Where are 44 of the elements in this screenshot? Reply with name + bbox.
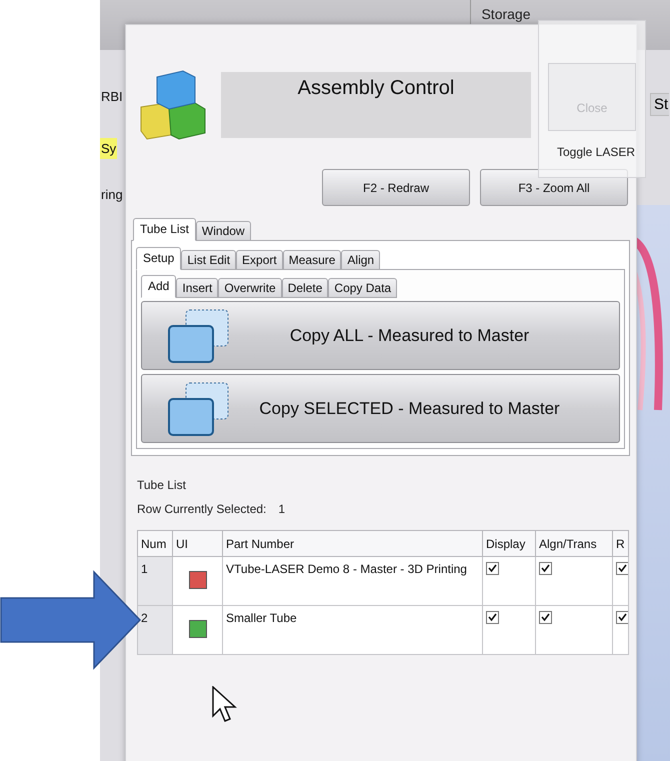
tab[interactable]: Overwrite (218, 278, 282, 298)
checkbox[interactable] (486, 562, 499, 575)
column-header[interactable]: Display (482, 530, 536, 556)
toggle-laser-label[interactable]: Toggle LASER (548, 145, 636, 159)
column-header[interactable]: R (612, 530, 628, 556)
column-header[interactable]: UI (172, 530, 222, 556)
cursor-icon (212, 686, 237, 722)
checkbox[interactable] (616, 611, 628, 624)
table-cell: 2 (138, 606, 172, 654)
tab[interactable]: Window (196, 221, 251, 241)
checkbox[interactable] (616, 562, 628, 575)
copy-button[interactable]: Copy SELECTED - Measured to Master (141, 374, 620, 443)
side-label: ring (100, 186, 124, 204)
tab[interactable]: Add (141, 275, 176, 298)
checkbox[interactable] (486, 611, 499, 624)
tab[interactable]: Align (341, 250, 380, 270)
tab[interactable]: Insert (176, 278, 218, 298)
tab[interactable]: Export (236, 250, 283, 270)
checkbox[interactable] (539, 611, 552, 624)
copy-icon (168, 382, 230, 436)
selection-value: 1 (278, 502, 286, 516)
tab[interactable]: Setup (136, 247, 182, 270)
copy-button[interactable]: Copy ALL - Measured to Master (141, 301, 620, 370)
checkbox[interactable] (539, 562, 552, 575)
copy-icon (168, 308, 230, 362)
toolbar-button[interactable]: F2 - Redraw (322, 169, 470, 206)
table-cell: 1 (138, 556, 172, 606)
table-cell: VTube-LASER Demo 8 - Master - 3D Printing (222, 556, 482, 606)
arrow-icon (0, 570, 142, 670)
dialog-title: Assembly Control (221, 72, 531, 138)
tab[interactable]: Tube List (133, 218, 196, 241)
side-label: RBI (100, 88, 124, 106)
tab[interactable]: Delete (282, 278, 328, 298)
side-label: Sy (100, 138, 118, 159)
column-header[interactable]: Num (138, 530, 172, 556)
tab[interactable]: Copy Data (328, 278, 398, 298)
column-header[interactable]: Part Number (222, 530, 482, 556)
tab[interactable]: List Edit (181, 250, 236, 270)
section-title: Tube List (137, 478, 187, 492)
selection-label: Row Currently Selected: (137, 502, 266, 516)
column-header[interactable]: Algn/Trans (536, 530, 612, 556)
side-label: St (650, 93, 670, 116)
table-cell: Smaller Tube (222, 606, 482, 654)
tab[interactable]: Measure (282, 250, 342, 270)
